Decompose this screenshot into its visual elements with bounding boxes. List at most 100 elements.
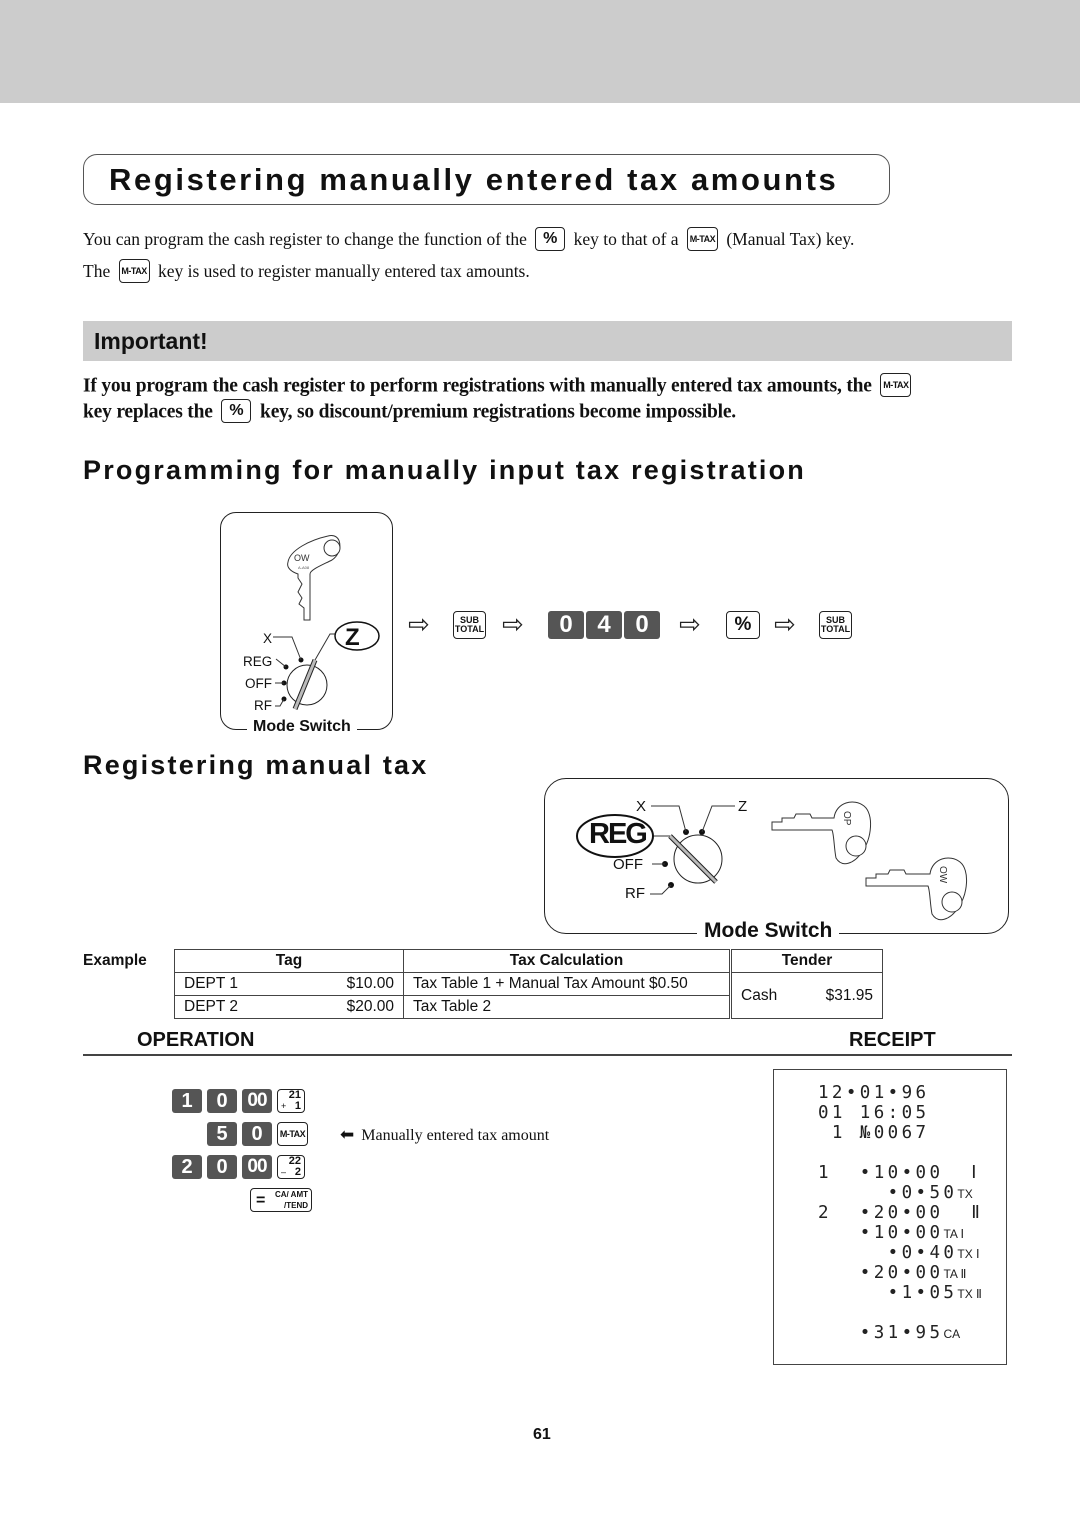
table-row: DEPT 1 $10.00 Tax Table 1 + Manual Tax Am…	[174, 972, 883, 1019]
receipt-line: 1 №0067	[818, 1123, 930, 1143]
intro-text: You can program the cash register to cha…	[83, 229, 527, 249]
page-title: Registering manually entered tax amounts	[109, 161, 839, 197]
percent-key: %	[726, 611, 760, 639]
switch-position-reg: REG	[243, 654, 273, 669]
percent-key-icon: %	[535, 226, 566, 251]
intro-text: key is used to register manually entered…	[157, 261, 530, 281]
key-label: CA/ AMT	[274, 1190, 308, 1199]
cash-tend-key: = CA/ AMT /TEND	[250, 1188, 312, 1212]
receipt-line: •0•50TX	[818, 1183, 973, 1204]
numeric-key: 2	[172, 1155, 202, 1179]
important-banner: Important!	[83, 321, 1012, 361]
numeric-key: 0	[624, 611, 660, 639]
receipt-line: •31•95CA	[818, 1323, 960, 1344]
subtotal-key: SUB TOTAL	[453, 611, 486, 639]
mtax-key: M-TAX	[277, 1122, 308, 1146]
percent-key-icon: %	[221, 399, 252, 423]
mtax-key-icon: M-TAX	[118, 258, 150, 283]
operation-row-4: = CA/ AMT /TEND	[250, 1188, 312, 1212]
tender-amount: $31.95	[825, 986, 873, 1004]
ow-key-icon	[865, 857, 967, 921]
svg-text:OP: OP	[841, 811, 852, 826]
switch-position-z-selected: Z	[345, 624, 360, 651]
numeric-key: 4	[586, 611, 622, 639]
receipt-line: •10•00TA Ⅰ	[818, 1223, 964, 1244]
annotation: ⬅ Manually entered tax amount	[340, 1125, 549, 1145]
right-arrow-icon: ⇨	[502, 610, 524, 640]
numeric-key: 00	[242, 1089, 272, 1113]
mode-switch-caption: Mode Switch	[247, 718, 357, 736]
svg-text:OW: OW	[937, 866, 948, 884]
key-icon	[287, 535, 341, 621]
mtax-key-icon: M-TAX	[880, 373, 912, 397]
intro-line-1: You can program the cash register to cha…	[83, 226, 854, 253]
important-label: Important!	[94, 327, 208, 354]
section-title-register: Registering manual tax	[83, 750, 429, 780]
numeric-key: 0	[207, 1155, 237, 1179]
receipt-symbol: TX Ⅰ	[957, 1247, 980, 1261]
operation-row-2: 5 0 M-TAX	[207, 1122, 308, 1146]
switch-position-off: OFF	[613, 856, 643, 873]
important-text: key replaces the	[83, 401, 213, 423]
table-header-row: Tag Tax Calculation Tender	[174, 949, 883, 973]
page-number: 61	[533, 1426, 551, 1443]
annotation-text: Manually entered tax amount	[361, 1127, 550, 1144]
switch-position-off: OFF	[245, 676, 272, 691]
receipt-symbol: TA Ⅱ	[943, 1267, 967, 1281]
department-key-2: 22 – 2	[277, 1155, 305, 1179]
dept-amount: $10.00	[346, 975, 394, 992]
operation-heading: OPERATION	[137, 1029, 255, 1051]
receipt-line: 1 •10•00 Ⅰ	[818, 1163, 980, 1183]
receipt-text: •0•50	[818, 1183, 958, 1203]
switch-position-rf: RF	[254, 698, 272, 713]
receipt-text: •10•00	[818, 1223, 944, 1243]
header-tender: Tender	[729, 949, 883, 973]
receipt-line: 01 16:05	[818, 1103, 930, 1123]
receipt-text: 01 16:05	[818, 1103, 930, 1123]
example-label: Example	[83, 952, 147, 969]
receipt-heading: RECEIPT	[849, 1029, 936, 1051]
receipt-symbol: TX	[957, 1187, 973, 1201]
switch-position-reg-selected: REG	[589, 818, 648, 850]
numeric-key: 5	[207, 1122, 237, 1146]
receipt: 12•01•96 01 16:05 1 №0067 1 •10•00 Ⅰ •0•50…	[773, 1069, 1007, 1365]
key-label: 1	[294, 1100, 301, 1112]
dept-amount: $20.00	[346, 998, 394, 1015]
op-key-icon	[771, 801, 871, 865]
right-arrow-icon: ⇨	[774, 610, 796, 640]
numeric-key: 00	[242, 1155, 272, 1179]
mode-switch-illustration: OW A-A08	[273, 535, 380, 710]
key-label: 2	[294, 1166, 301, 1178]
receipt-text: 2 •20•00 Ⅱ	[818, 1203, 984, 1223]
receipt-text: 12•01•96	[818, 1083, 930, 1103]
important-text: If you program the cash register to perf…	[83, 375, 872, 397]
intro-text: The	[83, 261, 111, 281]
important-text-line-2: key replaces the % key, so discount/prem…	[83, 399, 736, 425]
tax-calculation: Tax Table 2	[403, 995, 731, 1019]
key-label: –	[281, 1167, 287, 1177]
intro-text: key to that of a	[573, 229, 679, 249]
svg-text:OW: OW	[294, 553, 310, 563]
receipt-line: 2 •20•00 Ⅱ	[818, 1203, 983, 1223]
switch-position-x: X	[636, 798, 647, 815]
key-label: TOTAL	[820, 624, 851, 634]
receipt-line: •1•05TX Ⅱ	[818, 1283, 982, 1304]
dept-name: DEPT 2	[184, 998, 238, 1015]
tax-calculation: Tax Table 1 + Manual Tax Amount $0.50	[403, 972, 731, 996]
header-tax-calculation: Tax Calculation	[403, 949, 731, 973]
key-label: +	[281, 1101, 287, 1111]
mtax-key-icon: M-TAX	[686, 226, 718, 251]
important-text: key, so discount/premium registrations b…	[260, 401, 736, 423]
numeric-key: 0	[548, 611, 584, 639]
receipt-line: •20•00TA Ⅱ	[818, 1263, 967, 1284]
switch-position-z: Z	[738, 798, 748, 815]
department-key-1: 21 + 1	[277, 1089, 305, 1113]
subtotal-key: SUB TOTAL	[819, 611, 852, 639]
switch-position-rf: RF	[625, 885, 645, 902]
key-label: TOTAL	[454, 624, 485, 634]
numeric-key: 1	[172, 1089, 202, 1113]
receipt-text: 1 №0067	[818, 1123, 930, 1143]
divider	[83, 1054, 1012, 1056]
numeric-key-group: 0 4 0	[548, 605, 662, 639]
tender-method: Cash	[741, 986, 778, 1004]
